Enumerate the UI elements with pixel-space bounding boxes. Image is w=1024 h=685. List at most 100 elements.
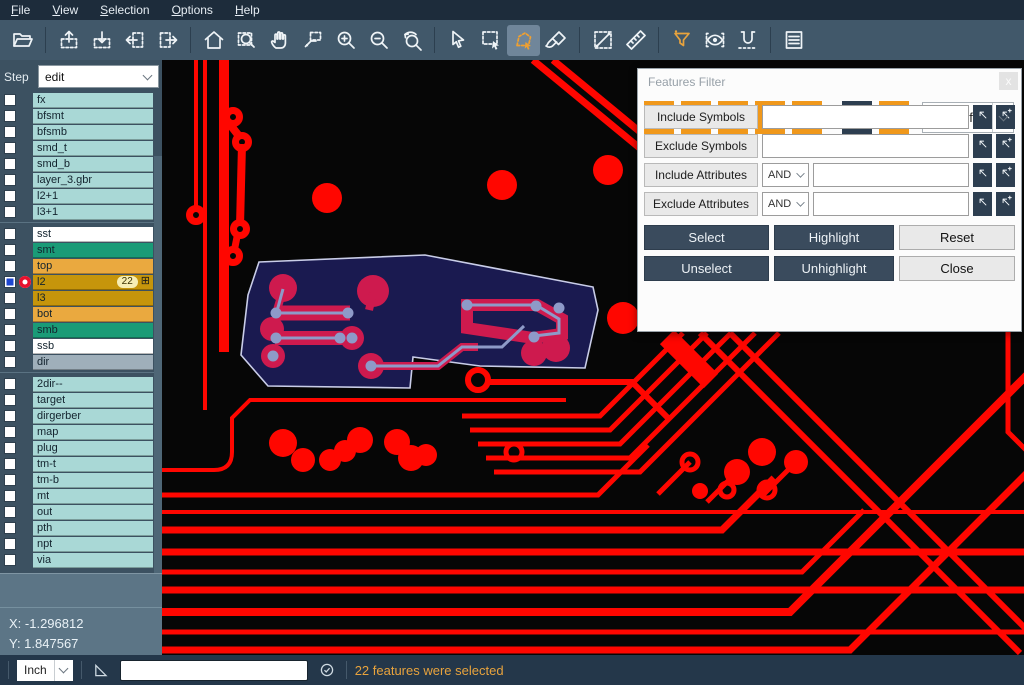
menu-item-file[interactable]: File [0, 1, 41, 19]
unhighlight-button[interactable]: Unhighlight [774, 256, 894, 281]
layer-visibility-checkbox-bfsmb[interactable] [4, 126, 16, 138]
select-polygon-button[interactable] [507, 25, 540, 56]
menu-item-help[interactable]: Help [224, 1, 271, 19]
layer-name-smd_t[interactable]: smd_t [33, 141, 153, 156]
layer-name-tm-b[interactable]: tm-b [33, 473, 153, 488]
zoom-object-button[interactable] [296, 25, 329, 56]
exclude-symbols-button[interactable]: Exclude Symbols [644, 134, 758, 158]
layer-name-smd_b[interactable]: smd_b [33, 157, 153, 172]
layer-name-l3+1[interactable]: l3+1 [33, 205, 153, 220]
layer-visibility-checkbox-l3+1[interactable] [4, 206, 16, 218]
reset-button[interactable]: Reset [899, 225, 1015, 250]
layer-visibility-checkbox-tm-t[interactable] [4, 458, 16, 470]
menu-item-options[interactable]: Options [161, 1, 224, 19]
menu-item-view[interactable]: View [41, 1, 89, 19]
layer-name-sst[interactable]: sst [33, 227, 153, 242]
units-select[interactable]: Inch [17, 660, 73, 681]
exclude-attributes-logic-select[interactable]: AND [762, 192, 809, 216]
import-up-button[interactable] [52, 25, 85, 56]
select-button[interactable]: Select [644, 225, 769, 250]
layer-name-dirgerber[interactable]: dirgerber [33, 409, 153, 424]
select-arrow-button[interactable] [441, 25, 474, 56]
layer-name-bfsmb[interactable]: bfsmb [33, 125, 153, 140]
exclude-attributes-input[interactable] [813, 192, 969, 216]
highlight-button[interactable]: Highlight [774, 225, 894, 250]
layer-visibility-checkbox-tm-b[interactable] [4, 474, 16, 486]
include-attributes-button[interactable]: Include Attributes [644, 163, 758, 187]
layer-name-l2+1[interactable]: l2+1 [33, 189, 153, 204]
layer-name-ssb[interactable]: ssb [33, 339, 153, 354]
layer-name-plug[interactable]: plug [33, 441, 153, 456]
layer-visibility-checkbox-dir[interactable] [4, 356, 16, 368]
pan-hand-button[interactable] [263, 25, 296, 56]
layer-visibility-checkbox-pth[interactable] [4, 522, 16, 534]
layer-visibility-checkbox-map[interactable] [4, 426, 16, 438]
pick-symbol-button[interactable] [973, 105, 992, 129]
angle-measure-icon[interactable] [90, 662, 112, 679]
include-symbols-button[interactable]: Include Symbols [644, 105, 758, 129]
exclude-attributes-button[interactable]: Exclude Attributes [644, 192, 758, 216]
layer-name-bfsmt[interactable]: bfsmt [33, 109, 153, 124]
layer-visibility-checkbox-l3[interactable] [4, 292, 16, 304]
zoom-previous-button[interactable] [395, 25, 428, 56]
snap-magnet-button[interactable] [731, 25, 764, 56]
layer-visibility-checkbox-target[interactable] [4, 394, 16, 406]
layer-list-scrollbar[interactable] [154, 156, 162, 629]
import-right-button[interactable] [151, 25, 184, 56]
pick-add-attribute-button[interactable] [996, 192, 1015, 216]
layer-visibility-checkbox-top[interactable] [4, 260, 16, 272]
import-left-button[interactable] [118, 25, 151, 56]
layer-name-l3[interactable]: l3 [33, 291, 153, 306]
include-symbols-input[interactable] [762, 105, 969, 129]
unselect-button[interactable]: Unselect [644, 256, 769, 281]
layer-name-layer_3.gbr[interactable]: layer_3.gbr [33, 173, 153, 188]
layer-visibility-checkbox-smb[interactable] [4, 324, 16, 336]
home-button[interactable] [197, 25, 230, 56]
layer-table-icon[interactable]: ⊞ [141, 276, 150, 287]
include-attributes-logic-select[interactable]: AND [762, 163, 809, 187]
layer-name-dir[interactable]: dir [33, 355, 153, 370]
layers-panel-button[interactable] [777, 25, 810, 56]
layer-name-top[interactable]: top [33, 259, 153, 274]
layer-visibility-checkbox-l2+1[interactable] [4, 190, 16, 202]
layer-name-bot[interactable]: bot [33, 307, 153, 322]
zoom-out-button[interactable] [362, 25, 395, 56]
layer-name-tm-t[interactable]: tm-t [33, 457, 153, 472]
layer-visibility-checkbox-out[interactable] [4, 506, 16, 518]
layer-visibility-checkbox-smd_b[interactable] [4, 158, 16, 170]
layer-name-map[interactable]: map [33, 425, 153, 440]
ruler-button[interactable] [619, 25, 652, 56]
layer-name-fx[interactable]: fx [33, 93, 153, 108]
layer-name-l2[interactable]: l222⊞ [33, 275, 153, 290]
layer-visibility-checkbox-via[interactable] [4, 554, 16, 566]
layer-name-mt[interactable]: mt [33, 489, 153, 504]
close-button[interactable]: Close [899, 256, 1015, 281]
measure-line-button[interactable] [586, 25, 619, 56]
pick-add-symbol-button[interactable] [996, 134, 1015, 158]
layer-visibility-checkbox-smd_t[interactable] [4, 142, 16, 154]
layer-name-2dir--[interactable]: 2dir-- [33, 377, 153, 392]
status-refresh-icon[interactable] [316, 662, 338, 678]
pick-attribute-button[interactable] [973, 163, 992, 187]
view-eye-button[interactable] [698, 25, 731, 56]
pick-symbol-button[interactable] [973, 134, 992, 158]
close-icon[interactable]: x [999, 72, 1018, 90]
layer-visibility-checkbox-smt[interactable] [4, 244, 16, 256]
pick-attribute-button[interactable] [973, 192, 992, 216]
step-select[interactable]: edit [38, 65, 159, 88]
clean-brush-button[interactable] [540, 25, 573, 56]
exclude-symbols-input[interactable] [762, 134, 969, 158]
layer-visibility-checkbox-sst[interactable] [4, 228, 16, 240]
include-attributes-input[interactable] [813, 163, 969, 187]
layer-visibility-checkbox-layer_3.gbr[interactable] [4, 174, 16, 186]
command-input[interactable] [120, 660, 308, 681]
layer-visibility-checkbox-mt[interactable] [4, 490, 16, 502]
features-filter-button[interactable] [665, 25, 698, 56]
layer-visibility-checkbox-npt[interactable] [4, 538, 16, 550]
layer-visibility-checkbox-plug[interactable] [4, 442, 16, 454]
layer-name-smt[interactable]: smt [33, 243, 153, 258]
zoom-window-button[interactable] [230, 25, 263, 56]
layer-name-smb[interactable]: smb [33, 323, 153, 338]
layer-visibility-checkbox-bfsmt[interactable] [4, 110, 16, 122]
layer-name-via[interactable]: via [33, 553, 153, 568]
